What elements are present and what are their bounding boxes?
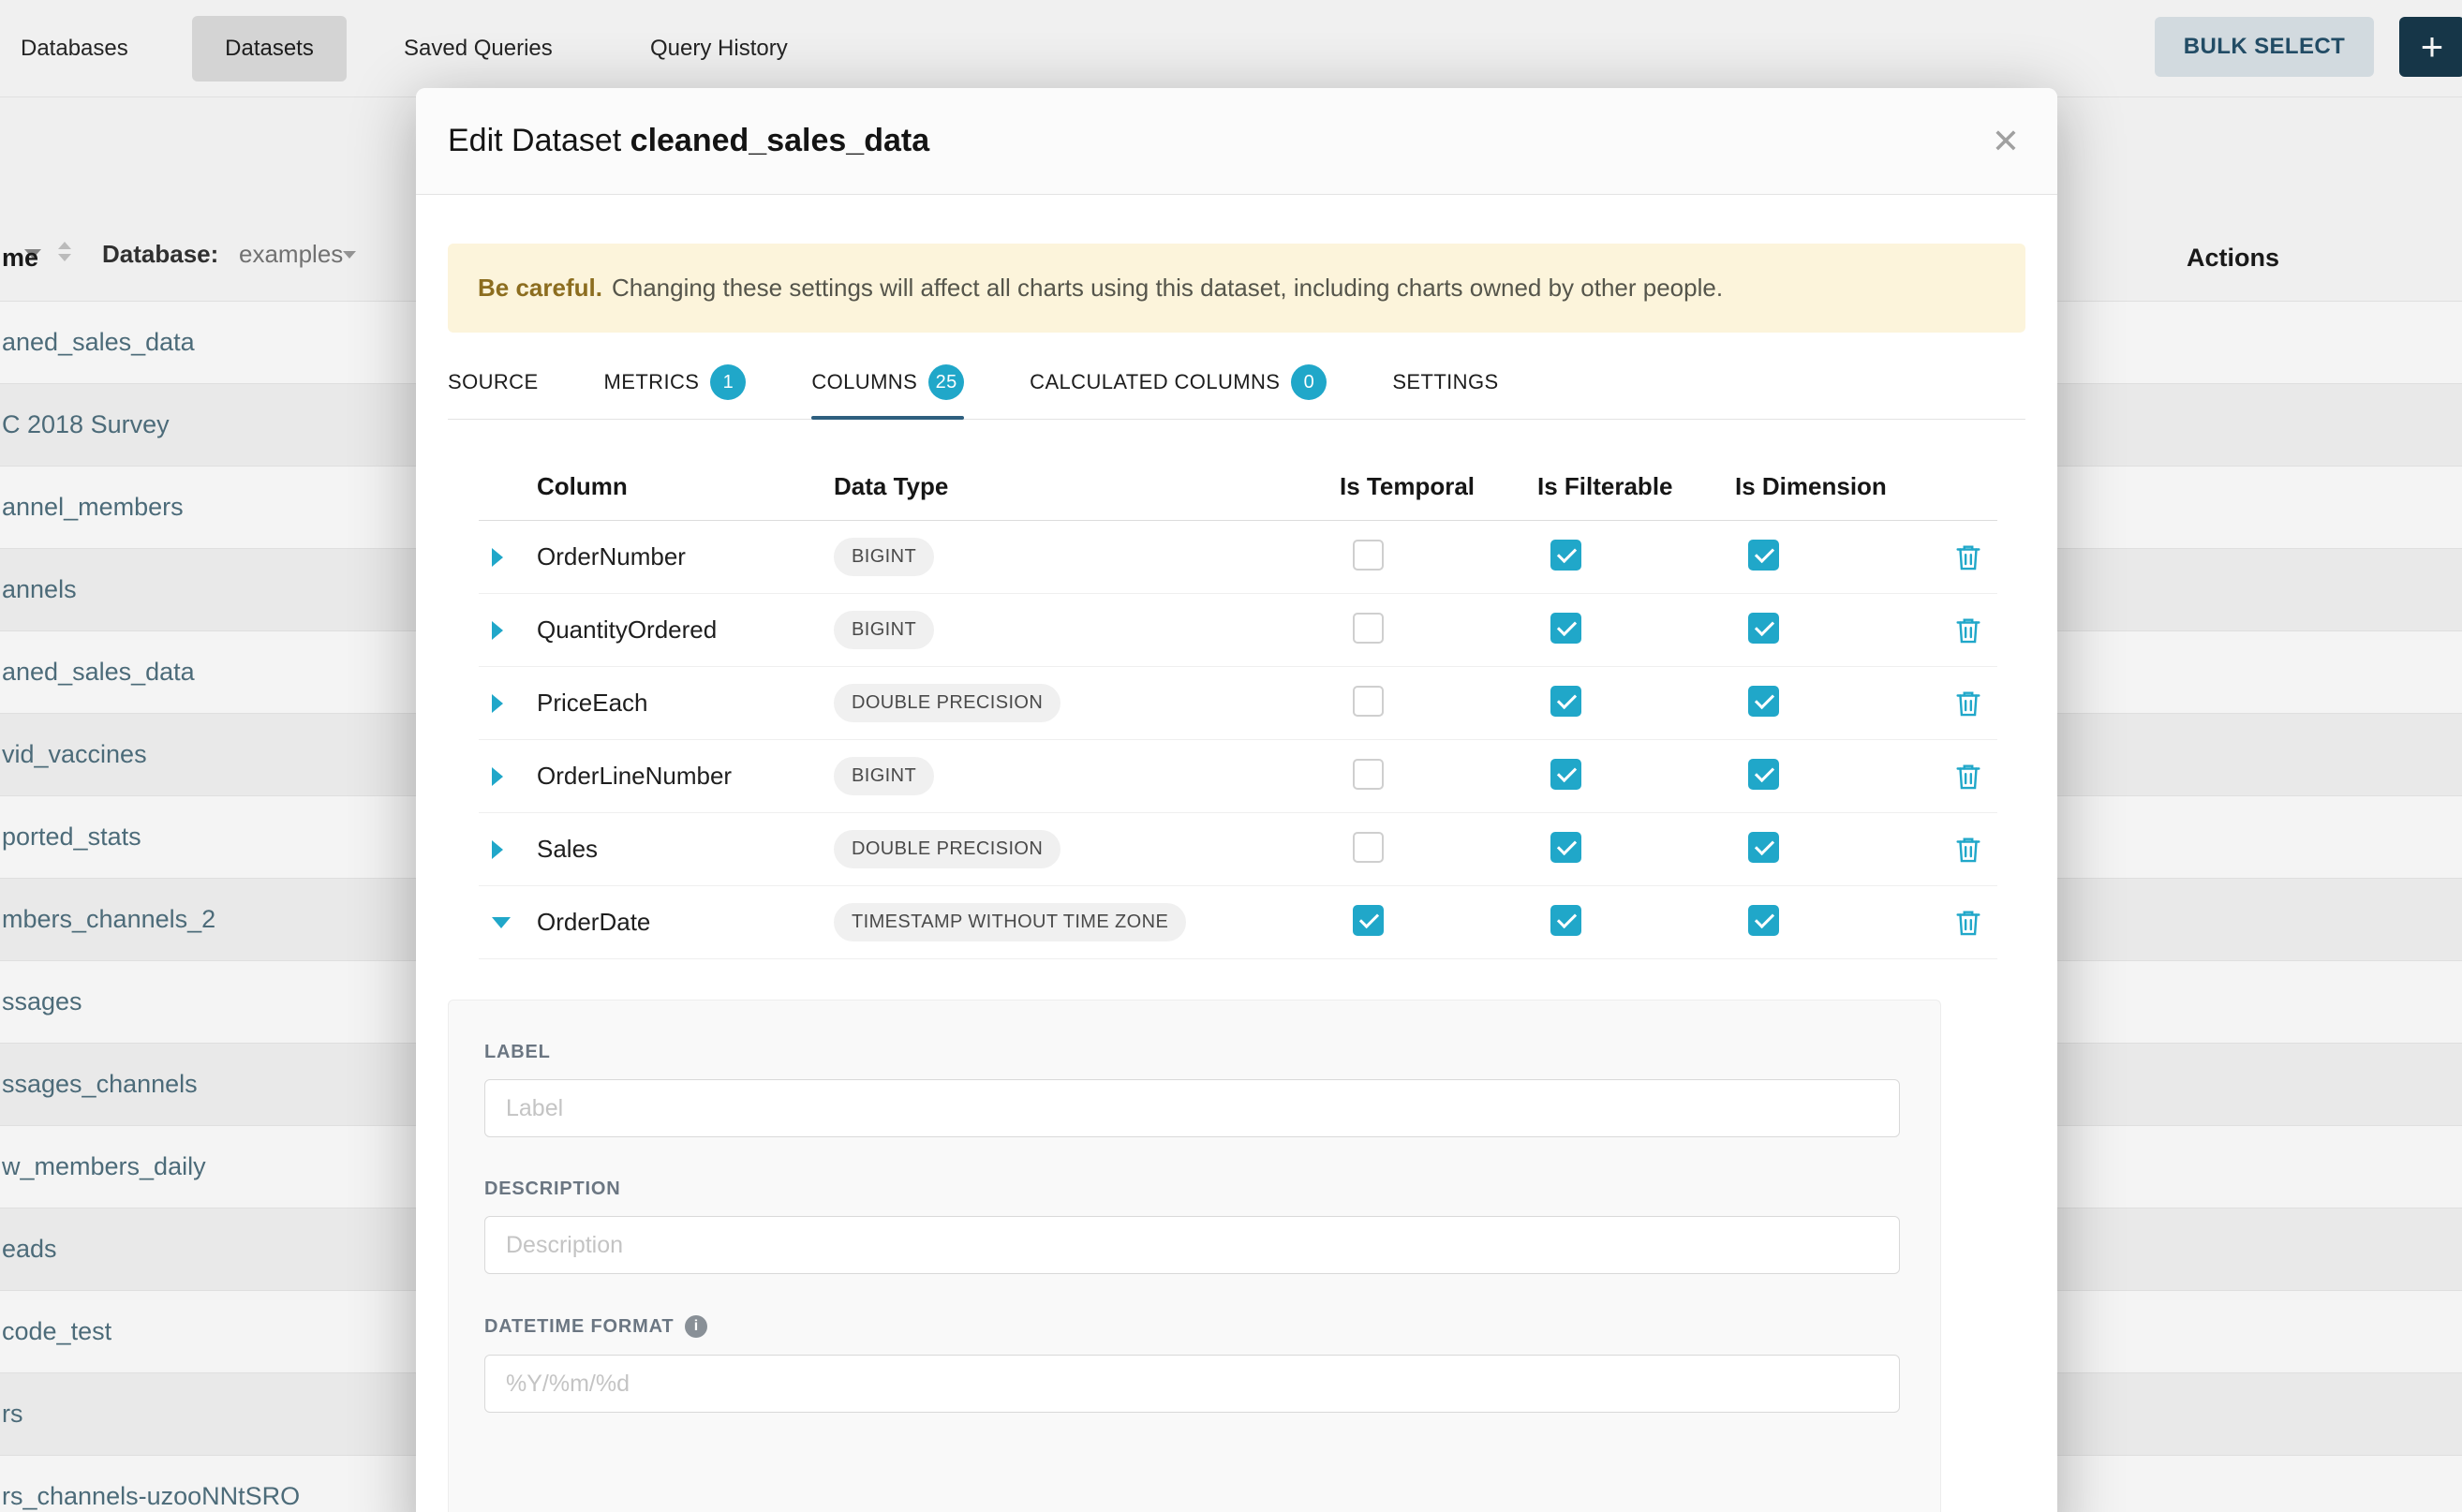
- is-temporal-checkbox[interactable]: [1353, 905, 1384, 936]
- tab-label: METRICS: [604, 370, 700, 394]
- column-name: OrderNumber: [537, 542, 686, 571]
- modal-title: Edit Dataset cleaned_sales_data: [448, 123, 929, 159]
- modal-tabs: SOURCE METRICS 1 COLUMNS 25 CALCULATED C…: [448, 351, 2025, 420]
- expand-caret-icon[interactable]: [492, 767, 503, 786]
- column-row: OrderLineNumber BIGINT: [479, 740, 1997, 813]
- data-type-pill: DOUBLE PRECISION: [834, 684, 1060, 722]
- metrics-count-badge: 1: [710, 364, 746, 400]
- is-dimension-checkbox[interactable]: [1748, 905, 1779, 936]
- column-row: OrderNumber BIGINT: [479, 521, 1997, 594]
- delete-column-icon[interactable]: [1952, 907, 1984, 939]
- column-row: Sales DOUBLE PRECISION: [479, 813, 1997, 886]
- edit-dataset-modal: Edit Dataset cleaned_sales_data ✕ Be car…: [416, 88, 2057, 1512]
- tab-metrics[interactable]: METRICS 1: [604, 351, 747, 419]
- label-input[interactable]: [484, 1079, 1900, 1137]
- is-temporal-header: Is Temporal: [1332, 472, 1530, 501]
- datetime-format-input[interactable]: [484, 1355, 1900, 1413]
- column-name: OrderDate: [537, 908, 650, 936]
- warning-text: Changing these settings will affect all …: [612, 274, 1723, 303]
- column-row: QuantityOrdered BIGINT: [479, 594, 1997, 667]
- expand-caret-icon[interactable]: [492, 548, 503, 567]
- is-temporal-checkbox[interactable]: [1353, 759, 1384, 790]
- is-dimension-header: Is Dimension: [1728, 472, 1938, 501]
- delete-column-icon[interactable]: [1952, 615, 1984, 646]
- columns-table-header: Column Data Type Is Temporal Is Filterab…: [479, 453, 1997, 521]
- is-dimension-checkbox[interactable]: [1748, 613, 1779, 644]
- is-filterable-checkbox[interactable]: [1550, 905, 1581, 936]
- data-type-pill: BIGINT: [834, 611, 934, 649]
- column-name: OrderLineNumber: [537, 762, 732, 790]
- modal-header: Edit Dataset cleaned_sales_data ✕: [416, 88, 2057, 195]
- expand-caret-icon[interactable]: [492, 621, 503, 640]
- datetime-format-label: DATETIME FORMAT: [484, 1315, 1898, 1338]
- tab-settings[interactable]: SETTINGS: [1392, 351, 1498, 419]
- label-field-label: LABEL: [484, 1042, 1898, 1062]
- close-icon[interactable]: ✕: [1992, 125, 2020, 158]
- modal-body: Be careful. Changing these settings will…: [416, 195, 2057, 1512]
- is-temporal-checkbox[interactable]: [1353, 613, 1384, 644]
- is-dimension-checkbox[interactable]: [1748, 540, 1779, 571]
- is-dimension-checkbox[interactable]: [1748, 759, 1779, 790]
- data-type-pill: TIMESTAMP WITHOUT TIME ZONE: [834, 903, 1186, 941]
- column-name: PriceEach: [537, 689, 648, 717]
- tab-label: SETTINGS: [1392, 370, 1498, 394]
- delete-column-icon[interactable]: [1952, 541, 1984, 573]
- column-name: Sales: [537, 835, 598, 863]
- tab-label: COLUMNS: [811, 370, 917, 394]
- expand-caret-icon[interactable]: [492, 694, 503, 713]
- tab-source[interactable]: SOURCE: [448, 351, 539, 419]
- column-detail-panel: LABEL DESCRIPTION DATETIME FORMAT: [448, 1000, 1941, 1512]
- description-field-label: DESCRIPTION: [484, 1178, 1898, 1199]
- column-header: Column: [537, 472, 834, 501]
- delete-column-icon[interactable]: [1952, 761, 1984, 793]
- columns-count-badge: 25: [928, 364, 964, 400]
- delete-column-icon[interactable]: [1952, 688, 1984, 719]
- data-type-pill: BIGINT: [834, 757, 934, 795]
- tab-label: SOURCE: [448, 370, 539, 394]
- column-name: QuantityOrdered: [537, 615, 717, 644]
- is-filterable-header: Is Filterable: [1530, 472, 1728, 501]
- column-row: OrderDate TIMESTAMP WITHOUT TIME ZONE: [479, 886, 1997, 959]
- delete-column-icon[interactable]: [1952, 834, 1984, 866]
- tab-columns[interactable]: COLUMNS 25: [811, 351, 964, 419]
- is-filterable-checkbox[interactable]: [1550, 613, 1581, 644]
- tab-label: CALCULATED COLUMNS: [1030, 370, 1280, 394]
- is-temporal-checkbox[interactable]: [1353, 540, 1384, 571]
- columns-table: Column Data Type Is Temporal Is Filterab…: [479, 453, 1997, 959]
- tab-calculated-columns[interactable]: CALCULATED COLUMNS 0: [1030, 351, 1327, 419]
- column-row: PriceEach DOUBLE PRECISION: [479, 667, 1997, 740]
- is-temporal-checkbox[interactable]: [1353, 686, 1384, 717]
- data-type-pill: BIGINT: [834, 538, 934, 576]
- is-dimension-checkbox[interactable]: [1748, 832, 1779, 863]
- description-input[interactable]: [484, 1216, 1900, 1274]
- warning-bold-text: Be careful.: [478, 274, 602, 303]
- dataset-name: cleaned_sales_data: [630, 123, 929, 158]
- data-type-header: Data Type: [834, 472, 1332, 501]
- is-filterable-checkbox[interactable]: [1550, 540, 1581, 571]
- is-filterable-checkbox[interactable]: [1550, 759, 1581, 790]
- calculated-columns-count-badge: 0: [1291, 364, 1327, 400]
- info-icon[interactable]: [685, 1315, 707, 1338]
- warning-banner: Be careful. Changing these settings will…: [448, 244, 2025, 333]
- is-temporal-checkbox[interactable]: [1353, 832, 1384, 863]
- data-type-pill: DOUBLE PRECISION: [834, 830, 1060, 868]
- expand-caret-icon[interactable]: [492, 840, 503, 859]
- collapse-caret-icon[interactable]: [492, 917, 511, 928]
- is-dimension-checkbox[interactable]: [1748, 686, 1779, 717]
- is-filterable-checkbox[interactable]: [1550, 686, 1581, 717]
- is-filterable-checkbox[interactable]: [1550, 832, 1581, 863]
